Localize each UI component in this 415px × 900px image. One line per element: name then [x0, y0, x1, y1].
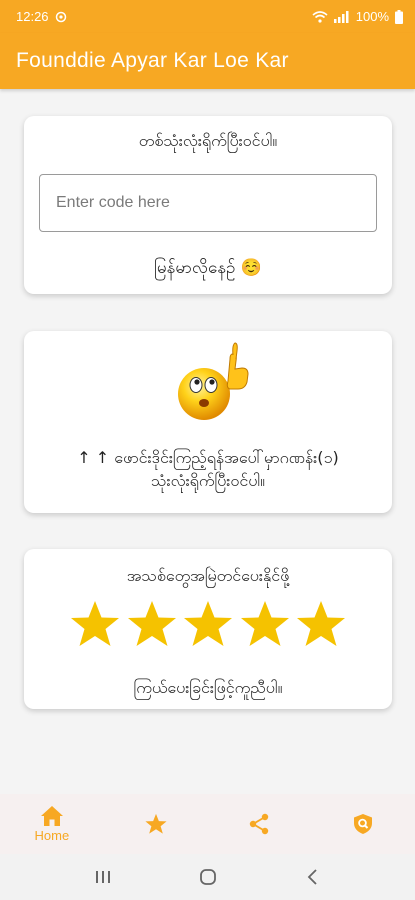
- home-circle-icon: [199, 869, 216, 885]
- app-bar: Founddie Apyar Kar Loe Kar: [0, 33, 415, 89]
- shield-search-icon: [354, 814, 373, 834]
- status-right: 100%: [312, 9, 403, 24]
- rating-star-1-icon[interactable]: [70, 599, 120, 649]
- code-card-title: တစ်သုံးလုံးရိုက်ပြီးဝင်ပါ။: [138, 131, 278, 150]
- hint-card: ↑ ↑ ဖောင်းဒိုင်းကြည့်ရန်အပေါ်မှာဂဏန်း(၁)…: [24, 331, 392, 513]
- back-icon: [307, 869, 317, 885]
- share-icon: [250, 813, 269, 835]
- home-icon: [40, 806, 63, 826]
- rating-footer: ကြယ်ပေးခြင်းဖြင့်ကူညီပါ။: [133, 678, 283, 697]
- thinking-emoji-icon: [170, 339, 256, 429]
- battery-icon: [395, 9, 403, 24]
- rating-star-4-icon[interactable]: [240, 599, 290, 649]
- rating-stars: [70, 599, 346, 649]
- nav-item-home[interactable]: Home: [0, 794, 104, 854]
- signal-icon: [333, 10, 350, 23]
- back-button[interactable]: [293, 857, 333, 897]
- app-title: Founddie Apyar Kar Loe Kar: [16, 49, 289, 72]
- status-bar: 12:26 100%: [0, 0, 415, 33]
- recent-apps-button[interactable]: [83, 857, 123, 897]
- nav-item-share[interactable]: [208, 794, 312, 854]
- system-nav-bar: [0, 854, 415, 900]
- status-time: 12:26: [16, 9, 49, 24]
- star-icon: [145, 813, 167, 834]
- hint-text-line2: သုံးလုံးရိုက်ပြီးဝင်ပါ။: [151, 471, 265, 490]
- battery-text: 100%: [355, 9, 389, 24]
- bottom-nav: Home: [0, 794, 415, 854]
- myanmar-submit-button[interactable]: မြန်မာလိုနေဉ် ☺️: [24, 257, 392, 282]
- rating-card: အသစ်တွေအမြဲတင်ပေးနိုင်ဖို့ ကြယ်ပေးခြင်းဖ…: [24, 549, 392, 709]
- nav-item-privacy[interactable]: [311, 794, 415, 854]
- wifi-icon: [312, 10, 328, 23]
- status-left: 12:26: [16, 9, 67, 24]
- code-card: တစ်သုံးလုံးရိုက်ပြီးဝင်ပါ။ မြန်မာလိုနေဉ်…: [24, 116, 392, 294]
- rating-star-5-icon[interactable]: [296, 599, 346, 649]
- recent-apps-icon: [95, 871, 110, 883]
- hint-text: ↑ ↑ ဖောင်းဒိုင်းကြည့်ရန်အပေါ်မှာဂဏန်း(၁)…: [24, 446, 392, 492]
- nav-label-home: Home: [34, 828, 70, 843]
- rating-star-3-icon[interactable]: [183, 599, 233, 649]
- hint-text-line1: ↑ ↑ ဖောင်းဒိုင်းကြည့်ရန်အပေါ်မှာဂဏန်း(၁): [77, 448, 339, 467]
- rating-title: အသစ်တွေအမြဲတင်ပေးနိုင်ဖို့: [126, 566, 290, 585]
- code-input[interactable]: [39, 174, 377, 232]
- sync-icon: [55, 11, 67, 23]
- home-system-button[interactable]: [188, 857, 228, 897]
- nav-item-favorites[interactable]: [104, 794, 208, 854]
- rating-star-2-icon[interactable]: [127, 599, 177, 649]
